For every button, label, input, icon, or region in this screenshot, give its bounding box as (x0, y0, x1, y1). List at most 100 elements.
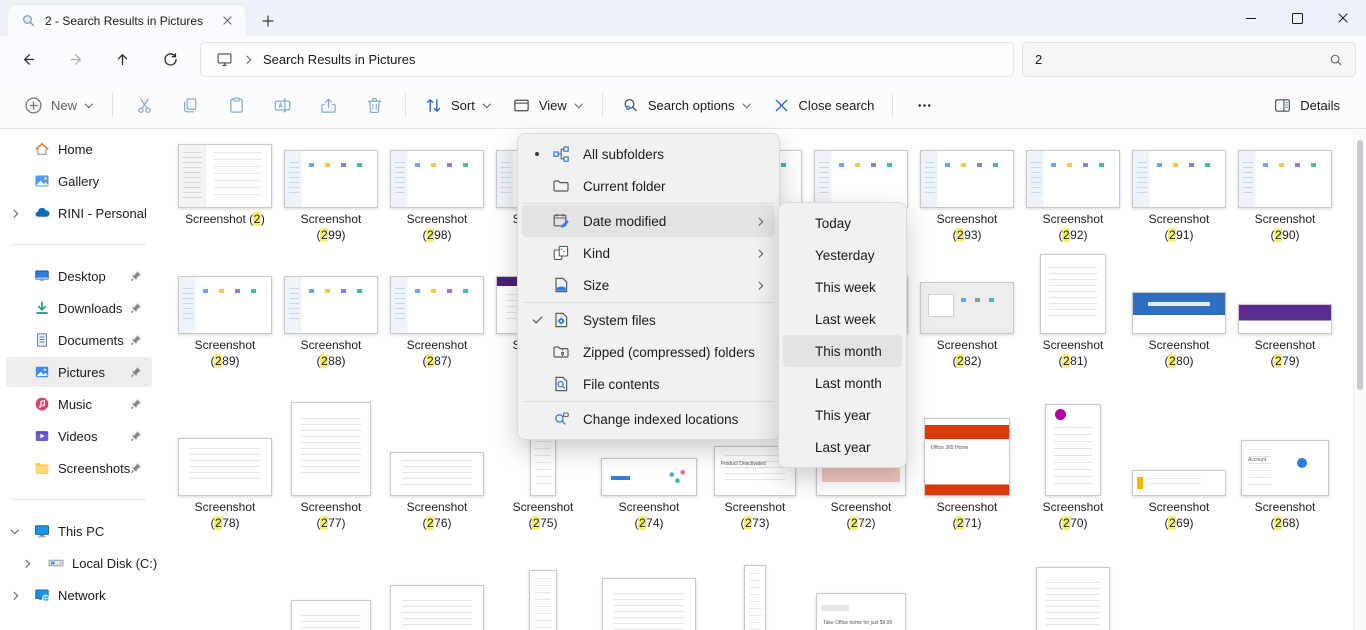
submenu-item-this-year[interactable]: This year (783, 399, 902, 431)
share-button[interactable] (306, 87, 350, 123)
chevron-right-icon[interactable] (10, 208, 20, 218)
menu-item-current-folder[interactable]: Current folder (522, 170, 775, 202)
paste-button[interactable] (214, 87, 258, 123)
file-item[interactable]: Screenshot(270) (1020, 404, 1126, 536)
sidebar: HomeGalleryRINI - Personal DesktopDownloa… (0, 130, 158, 630)
close-search-button[interactable]: Close search (763, 87, 884, 123)
sidebar-item-videos[interactable]: Videos (6, 421, 152, 451)
forward-button[interactable] (58, 41, 94, 77)
view-button[interactable]: View (503, 87, 593, 123)
minimize-button[interactable] (1228, 0, 1274, 36)
file-item[interactable]: Screenshot(291) (1126, 150, 1232, 248)
chevron-down-icon[interactable] (10, 526, 20, 536)
file-item[interactable]: Screenshot(288) (278, 276, 384, 374)
address-bar[interactable]: Search Results in Pictures (200, 42, 1014, 77)
file-label: Screenshot(270) (1020, 500, 1126, 531)
sidebar-item-documents[interactable]: Documents (6, 325, 152, 355)
menu-item-label: Zipped (compressed) folders (583, 345, 775, 360)
submenu-item-last-year[interactable]: Last year (783, 431, 902, 463)
submenu-item-today[interactable]: Today (783, 207, 902, 239)
tab-title: 2 - Search Results in Pictures (45, 14, 217, 28)
more-button[interactable] (902, 87, 946, 123)
file-item[interactable]: Screenshot(289) (172, 276, 278, 374)
sidebar-item-network[interactable]: Network (6, 580, 152, 610)
file-item-partial[interactable] (702, 565, 808, 630)
menu-item-zipped-compressed-folders[interactable]: Zipped (compressed) folders (522, 336, 775, 368)
file-item[interactable]: Screenshot(277) (278, 402, 384, 536)
menu-item-change-indexed-locations[interactable]: Change indexed locations (522, 403, 775, 435)
tab-close-icon[interactable] (217, 11, 237, 31)
submenu-item-last-month[interactable]: Last month (783, 367, 902, 399)
file-item[interactable]: Screenshot(280) (1126, 292, 1232, 374)
cut-button[interactable] (122, 87, 166, 123)
file-item[interactable]: Screenshot(282) (914, 282, 1020, 374)
back-button[interactable] (10, 41, 46, 77)
chevron-right-icon[interactable] (10, 590, 20, 600)
sidebar-item-this-pc[interactable]: This PC (6, 516, 152, 546)
file-item[interactable]: Screenshot(274) (596, 458, 702, 536)
submenu-item-yesterday[interactable]: Yesterday (783, 239, 902, 271)
search-input[interactable]: 2 (1022, 42, 1356, 77)
chevron-right-icon[interactable] (22, 558, 32, 568)
sidebar-item-desktop[interactable]: Desktop (6, 261, 152, 291)
menu-item-system-files[interactable]: System files (522, 304, 775, 336)
file-item-partial[interactable]: Take Office home for just $9.95 (808, 593, 914, 630)
submenu-item-label: Last week (815, 312, 876, 327)
file-item[interactable]: Screenshot(292) (1020, 150, 1126, 248)
rename-button[interactable] (260, 87, 304, 123)
menu-item-date-modified[interactable]: Date modified (522, 205, 775, 237)
refresh-button[interactable] (152, 41, 188, 77)
sidebar-item-local-disk-c[interactable]: Local Disk (C:) (6, 548, 152, 578)
search-options-button[interactable]: Search options (612, 87, 761, 123)
file-item[interactable]: Screenshot(293) (914, 150, 1020, 248)
file-item[interactable]: Screenshot(279) (1232, 304, 1338, 374)
file-item[interactable]: Screenshot(276) (384, 452, 490, 536)
maximize-icon (1292, 13, 1303, 24)
explorer-tab[interactable]: 2 - Search Results in Pictures (8, 5, 246, 36)
sidebar-item-downloads[interactable]: Downloads (6, 293, 152, 323)
delete-icon (365, 96, 384, 115)
maximize-button[interactable] (1274, 0, 1320, 36)
sort-button[interactable]: Sort (415, 87, 501, 123)
submenu-item-this-week[interactable]: This week (783, 271, 902, 303)
navigation-bar: Search Results in Pictures 2 (0, 36, 1366, 82)
menu-item-size[interactable]: Size (522, 269, 775, 301)
delete-button[interactable] (352, 87, 396, 123)
file-item[interactable]: Screenshot(299) (278, 150, 384, 248)
file-item[interactable]: Screenshot(290) (1232, 150, 1338, 248)
copy-button[interactable] (168, 87, 212, 123)
file-item-partial[interactable] (278, 600, 384, 630)
submenu-item-this-month[interactable]: This month (783, 335, 902, 367)
sidebar-item-home[interactable]: Home (6, 134, 152, 164)
file-item[interactable]: Screenshot(269) (1126, 470, 1232, 536)
file-item[interactable]: Office 365 HomeScreenshot(271) (914, 418, 1020, 536)
new-button[interactable]: New (15, 87, 103, 123)
sidebar-item-pictures[interactable]: Pictures (6, 357, 152, 387)
sidebar-item-rini-personal[interactable]: RINI - Personal (6, 198, 152, 228)
file-item-partial[interactable] (490, 570, 596, 630)
file-item[interactable]: Screenshot(278) (172, 438, 278, 536)
thumbnail (390, 452, 484, 496)
sidebar-item-gallery[interactable]: Gallery (6, 166, 152, 196)
menu-item-file-contents[interactable]: File contents (522, 368, 775, 400)
close-button[interactable] (1320, 0, 1366, 36)
submenu-item-last-week[interactable]: Last week (783, 303, 902, 335)
details-button[interactable]: Details (1264, 87, 1349, 123)
file-item[interactable]: AccountScreenshot(268) (1232, 440, 1338, 536)
file-item-partial[interactable] (384, 585, 490, 630)
file-item[interactable]: Screenshot(298) (384, 150, 490, 248)
new-tab-button[interactable] (256, 9, 280, 33)
menu-item-kind[interactable]: Kind (522, 237, 775, 269)
file-item-partial[interactable] (1020, 567, 1126, 630)
file-item[interactable]: Screenshot(275) (490, 428, 596, 536)
file-item[interactable]: Screenshot(281) (1020, 254, 1126, 374)
menu-item-all-subfolders[interactable]: All subfolders (522, 138, 775, 170)
file-item[interactable]: Screenshot(287) (384, 276, 490, 374)
file-item-partial[interactable] (596, 578, 702, 630)
up-button[interactable] (104, 41, 140, 77)
sidebar-item-music[interactable]: Music (6, 389, 152, 419)
sidebar-item-screenshots[interactable]: Screenshots (6, 453, 152, 483)
file-item[interactable]: Screenshot (2) (172, 144, 278, 248)
scrollbar-thumb[interactable] (1357, 140, 1363, 390)
scrollbar-track[interactable] (1353, 130, 1366, 630)
